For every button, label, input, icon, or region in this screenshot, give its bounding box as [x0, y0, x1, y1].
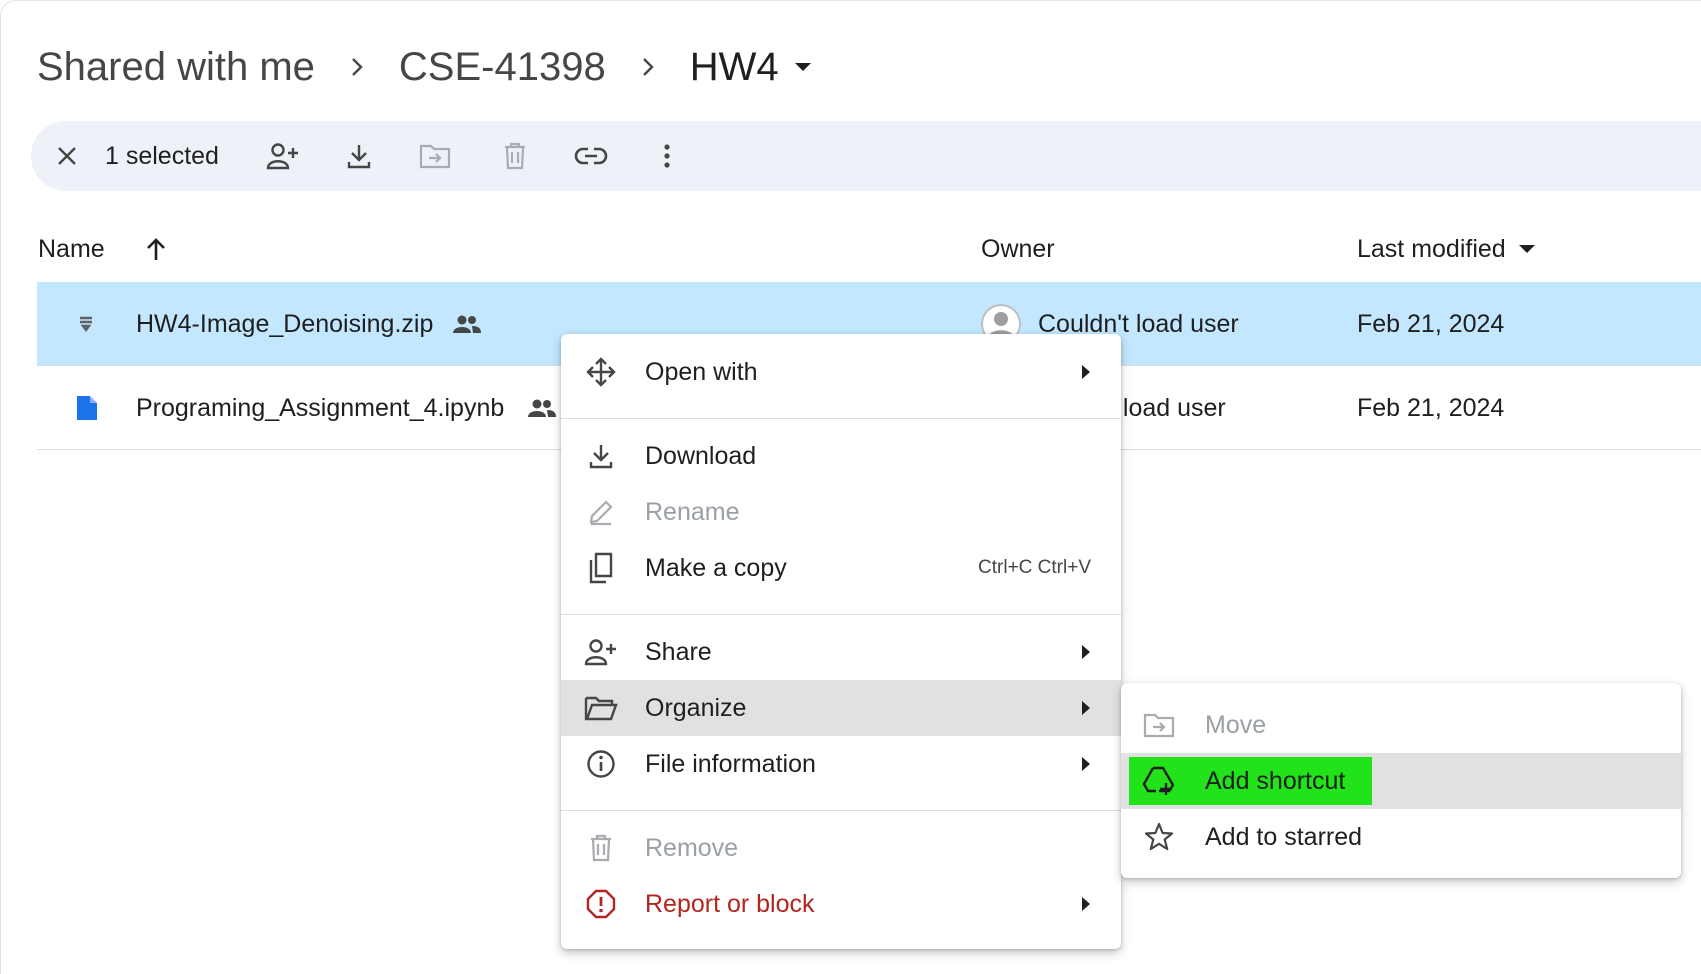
context-menu: Open with Download Rename Make a copy Ct…	[561, 334, 1121, 949]
modified-date: Feb 21, 2024	[1357, 309, 1505, 338]
submenu-arrow-icon	[1081, 896, 1091, 912]
copy-icon	[583, 550, 619, 586]
keyboard-shortcut: Ctrl+C Ctrl+V	[978, 557, 1091, 578]
chevron-right-icon	[349, 55, 365, 79]
selection-toolbar: 1 selected	[31, 121, 1701, 191]
menu-item-rename[interactable]: Rename	[561, 484, 1121, 540]
submenu-arrow-icon	[1081, 644, 1091, 660]
breadcrumb: Shared with me CSE-41398 HW4	[37, 39, 813, 95]
menu-item-file-information[interactable]: File information	[561, 736, 1121, 792]
download-icon	[583, 438, 619, 474]
add-person-icon[interactable]	[261, 121, 305, 191]
menu-item-label: Organize	[645, 693, 747, 722]
menu-divider	[561, 614, 1121, 615]
menu-item-share[interactable]: Share	[561, 624, 1121, 680]
file-name[interactable]: Programing_Assignment_4.ipynb	[136, 366, 504, 450]
column-header-last-modified-label: Last modified	[1357, 234, 1506, 263]
pencil-icon	[583, 494, 619, 530]
menu-item-label: Download	[645, 441, 757, 470]
menu-item-make-copy[interactable]: Make a copy Ctrl+C Ctrl+V	[561, 540, 1121, 596]
menu-item-label: Make a copy	[645, 553, 787, 582]
download-icon[interactable]	[337, 121, 381, 191]
zip-icon	[79, 282, 93, 366]
drive-frame: Shared with me CSE-41398 HW4 1 selected	[0, 0, 1701, 974]
menu-item-label: File information	[645, 749, 816, 778]
organize-submenu: Move Add shortcut Add to starred	[1121, 683, 1681, 878]
submenu-item-add-shortcut[interactable]: Add shortcut	[1121, 753, 1681, 809]
folder-open-icon	[583, 690, 619, 726]
sort-arrow-up-icon[interactable]	[144, 229, 168, 269]
column-header-owner: Owner	[981, 234, 1055, 263]
add-person-icon	[583, 634, 619, 670]
selected-count: 1 selected	[105, 141, 219, 170]
column-header-name[interactable]: Name	[38, 229, 105, 269]
trash-icon	[583, 830, 619, 866]
menu-item-label: Remove	[645, 833, 739, 862]
menu-item-label: Open with	[645, 357, 758, 386]
modified-date: Feb 21, 2024	[1357, 393, 1505, 422]
menu-divider	[561, 418, 1121, 419]
breadcrumb-shared-with-me[interactable]: Shared with me	[37, 45, 315, 90]
info-icon	[583, 746, 619, 782]
star-icon	[1141, 819, 1177, 855]
caret-down-icon[interactable]	[793, 61, 813, 73]
file-name[interactable]: HW4-Image_Denoising.zip	[136, 282, 433, 366]
report-alert-icon	[583, 886, 619, 922]
move-icon[interactable]	[413, 121, 457, 191]
shared-people-icon	[452, 282, 482, 366]
submenu-arrow-icon	[1081, 756, 1091, 772]
menu-item-remove[interactable]: Remove	[561, 820, 1121, 876]
submenu-item-move[interactable]: Move	[1121, 697, 1681, 753]
link-icon[interactable]	[569, 121, 613, 191]
close-icon[interactable]	[45, 121, 89, 191]
menu-item-organize[interactable]: Organize	[561, 680, 1121, 736]
menu-item-open-with[interactable]: Open with	[561, 344, 1121, 400]
column-header-last-modified[interactable]: Last modified	[1357, 229, 1536, 269]
submenu-arrow-icon	[1081, 700, 1091, 716]
menu-item-label: Rename	[645, 497, 740, 526]
menu-divider	[561, 810, 1121, 811]
doc-icon	[75, 366, 99, 450]
caret-down-icon	[1518, 244, 1536, 254]
menu-item-label: Add to starred	[1205, 822, 1363, 851]
move-icon	[1141, 707, 1177, 743]
chevron-right-icon	[640, 55, 656, 79]
menu-item-label: Share	[645, 637, 712, 666]
shared-people-icon	[527, 366, 557, 450]
menu-item-report-or-block[interactable]: Report or block	[561, 876, 1121, 932]
menu-item-download[interactable]: Download	[561, 428, 1121, 484]
move-arrows-icon	[583, 354, 619, 390]
more-vert-icon[interactable]	[645, 121, 689, 191]
owner-name: t load user	[1109, 393, 1226, 422]
menu-item-label: Move	[1205, 710, 1267, 739]
menu-item-label: Add shortcut	[1205, 766, 1346, 795]
menu-item-label: Report or block	[645, 889, 815, 918]
add-shortcut-drive-icon	[1141, 763, 1177, 799]
breadcrumb-current-folder[interactable]: HW4	[690, 45, 779, 90]
trash-icon[interactable]	[493, 121, 537, 191]
submenu-item-add-to-starred[interactable]: Add to starred	[1121, 809, 1681, 865]
submenu-arrow-icon	[1081, 364, 1091, 380]
breadcrumb-course-folder[interactable]: CSE-41398	[399, 45, 606, 90]
